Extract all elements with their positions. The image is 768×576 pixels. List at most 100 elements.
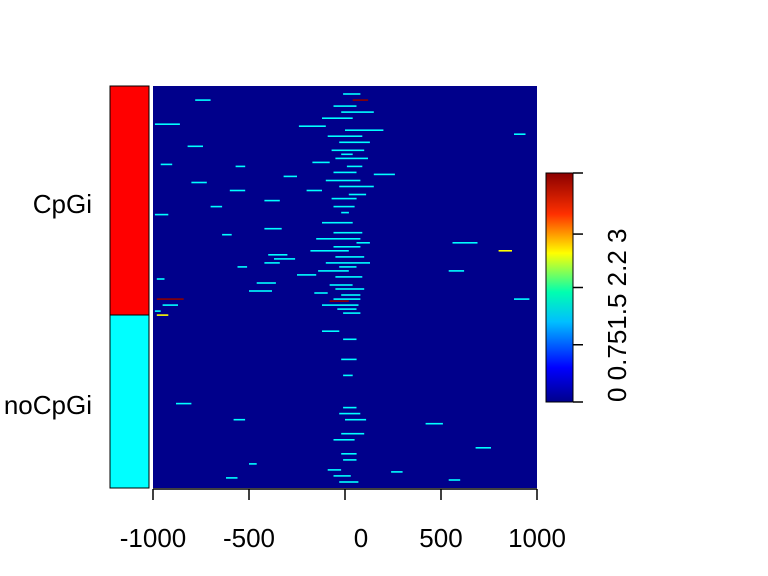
heatmap-segment bbox=[352, 99, 369, 101]
heatmap-segment bbox=[345, 129, 384, 131]
heatmap-segment bbox=[333, 105, 357, 107]
heatmap-segment bbox=[310, 250, 349, 252]
heatmap-panel bbox=[153, 86, 537, 488]
heatmap-chart: CpGi noCpGi -1000 -500 0 500 1000 0 0.751.5 … bbox=[4, 85, 632, 553]
heatmap-segment bbox=[343, 338, 357, 341]
heatmap-segment bbox=[156, 278, 165, 280]
x-axis-tick-label: 1000 bbox=[508, 523, 566, 553]
heatmap-segment bbox=[325, 179, 361, 182]
heatmap-segment bbox=[498, 250, 512, 252]
heatmap-segment bbox=[316, 238, 361, 240]
heatmap-segment bbox=[337, 308, 357, 310]
heatmap-segment bbox=[341, 211, 349, 214]
heatmap-segment bbox=[312, 161, 330, 164]
row-group-sidebar: CpGi noCpGi bbox=[4, 85, 150, 489]
heatmap-segment bbox=[333, 205, 355, 208]
heatmap-segment bbox=[343, 312, 361, 314]
heatmap-segment bbox=[329, 300, 349, 302]
heatmap-segment bbox=[162, 304, 178, 306]
heatmap-segment bbox=[187, 145, 203, 148]
heatmap-segment bbox=[314, 292, 328, 294]
heatmap-segment bbox=[191, 181, 207, 184]
heatmap-segment bbox=[322, 221, 353, 224]
heatmap-segment bbox=[264, 199, 280, 202]
heatmap-segment bbox=[229, 189, 246, 192]
heatmap-segment bbox=[514, 298, 530, 300]
heatmap-segment bbox=[331, 149, 365, 152]
heatmap-segment bbox=[335, 276, 363, 278]
heatmap-segment bbox=[156, 298, 184, 300]
heatmap-segment bbox=[154, 310, 161, 312]
heatmap-segment bbox=[195, 99, 211, 101]
heatmap-segment bbox=[249, 463, 257, 465]
heatmap-segment bbox=[327, 135, 363, 137]
heatmap-segment bbox=[333, 475, 351, 477]
heatmap-segment bbox=[325, 262, 370, 264]
heatmap-segment bbox=[264, 262, 280, 264]
heatmap-segment bbox=[210, 205, 223, 208]
heatmap-segment bbox=[176, 402, 192, 405]
heatmap-segment bbox=[341, 432, 365, 435]
heatmap-segment bbox=[322, 330, 340, 332]
heatmap-segment bbox=[335, 157, 368, 160]
heatmap-segment bbox=[343, 459, 357, 461]
heatmap-segment bbox=[160, 163, 173, 166]
heatmap-segment bbox=[356, 242, 370, 244]
heatmap-segment bbox=[343, 93, 361, 95]
heatmap-segment bbox=[339, 266, 357, 268]
heatmap-segment bbox=[322, 304, 359, 306]
x-axis-tick-label: -1000 bbox=[120, 523, 187, 553]
heatmap-segment bbox=[256, 282, 276, 284]
heatmap-segment bbox=[264, 227, 282, 230]
heatmap-segment bbox=[339, 481, 359, 483]
heatmap-segment bbox=[341, 111, 374, 113]
heatmap-segment bbox=[341, 294, 361, 296]
heatmap-segment bbox=[333, 298, 361, 300]
colorbar-tick-labels: 0 0.751.5 2.2 3 bbox=[602, 229, 632, 402]
heatmap-segment bbox=[154, 213, 169, 216]
heatmap-segment bbox=[154, 123, 180, 125]
heatmap-segment bbox=[335, 256, 365, 258]
heatmap-segment bbox=[514, 133, 526, 135]
heatmap-segment bbox=[327, 469, 342, 471]
heatmap-segment bbox=[283, 175, 297, 178]
heatmap-segment bbox=[306, 189, 322, 192]
heatmap-segment bbox=[345, 418, 367, 421]
heatmap-segment bbox=[341, 153, 353, 156]
heatmap-segment bbox=[233, 418, 246, 421]
heatmap-segment bbox=[448, 479, 461, 481]
heatmap-segment bbox=[339, 141, 370, 144]
heatmap-segment bbox=[329, 284, 353, 286]
heatmap-segment bbox=[339, 185, 374, 188]
row-group-nocpgi-label: noCpGi bbox=[4, 390, 92, 420]
heatmap-segment bbox=[333, 171, 357, 174]
heatmap-segment bbox=[333, 439, 355, 441]
heatmap-segment bbox=[425, 422, 443, 425]
heatmap-segment bbox=[331, 197, 357, 200]
heatmap-segment bbox=[237, 266, 248, 268]
heatmap-segment bbox=[452, 242, 478, 244]
x-axis: -1000 -500 0 500 1000 bbox=[120, 488, 566, 553]
heatmap-segment bbox=[298, 125, 326, 127]
heatmap-segment bbox=[341, 358, 357, 361]
heatmap-segment bbox=[249, 290, 272, 292]
row-group-cpgi-bar bbox=[109, 85, 150, 316]
colorbar-gradient bbox=[545, 172, 574, 403]
heatmap-segment bbox=[322, 117, 353, 119]
x-axis-tick-label: 500 bbox=[419, 523, 462, 553]
heatmap-segment bbox=[343, 406, 357, 409]
heatmap-segment bbox=[341, 453, 357, 455]
heatmap-segment bbox=[348, 193, 367, 196]
heatmap-segment bbox=[333, 231, 363, 234]
heatmap-segment bbox=[226, 477, 238, 479]
heatmap-segment bbox=[222, 233, 232, 236]
heatmap-segment bbox=[448, 270, 465, 272]
heatmap-segment bbox=[475, 447, 491, 449]
row-group-cpgi-label: CpGi bbox=[33, 189, 92, 219]
row-group-nocpgi-bar bbox=[109, 314, 150, 489]
heatmap-segment bbox=[339, 412, 361, 415]
heatmap-segment bbox=[235, 165, 246, 168]
heatmap-segment bbox=[373, 173, 395, 176]
heatmap-segment bbox=[391, 471, 403, 473]
heatmap-segment bbox=[156, 314, 169, 316]
